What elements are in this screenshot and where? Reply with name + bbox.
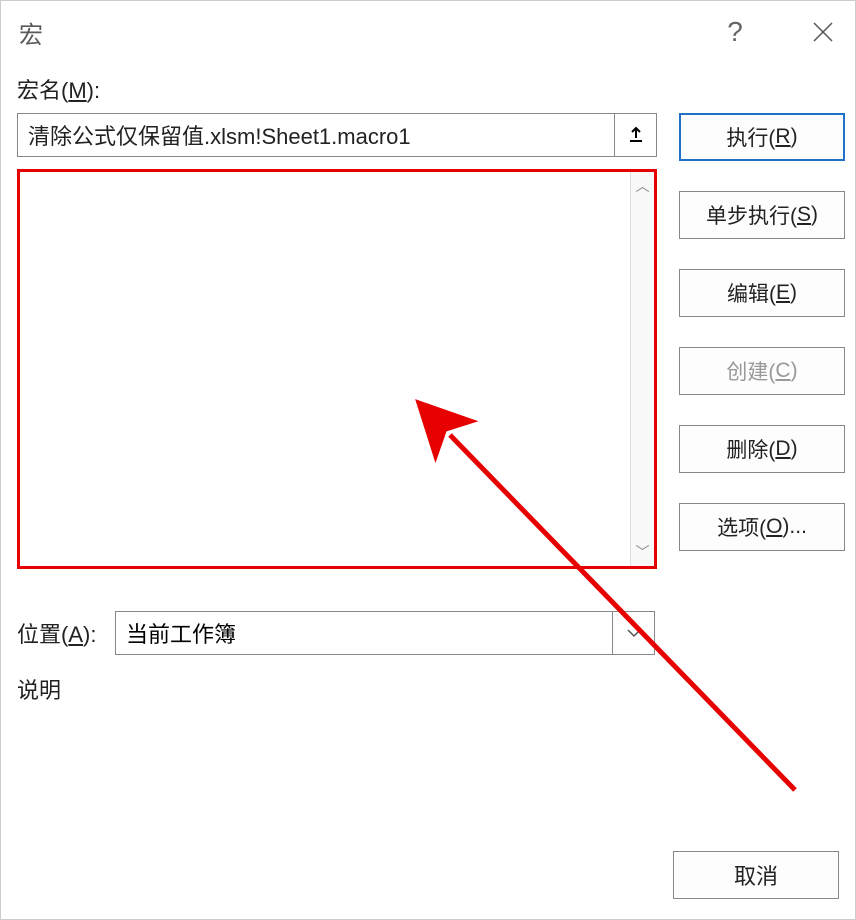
options-button[interactable]: 选项(O)... [679,503,845,551]
location-row: 位置(A): 当前工作簿 [17,611,657,655]
help-button[interactable]: ? [715,12,755,52]
macro-name-field-wrap [17,113,657,157]
macro-list-scrollbar[interactable]: ︿ ﹀ [630,172,654,566]
macro-list[interactable] [20,172,630,566]
delete-button[interactable]: 删除(D) [679,425,845,473]
chevron-down-icon [626,628,642,638]
close-button[interactable] [803,12,843,52]
title-bar: 宏 ? [1,1,855,63]
macro-name-label: 宏名(M): [17,73,839,105]
create-button: 创建(C) [679,347,845,395]
scroll-down-icon[interactable]: ﹀ [636,542,650,562]
collapse-icon [627,126,645,144]
macro-list-highlight: ︿ ﹀ [17,169,657,569]
dialog-content: 宏名(M): ︿ ﹀ 位置(A): [1,63,855,721]
close-icon [812,21,834,43]
macro-name-input[interactable] [18,114,614,156]
button-column: 执行(R) 单步执行(S) 编辑(E) 创建(C) 删除(D) 选项(O)... [679,113,845,551]
edit-button[interactable]: 编辑(E) [679,269,845,317]
title-controls: ? [715,12,843,52]
location-dropdown-arrow [612,612,654,654]
cancel-row: 取消 [673,851,839,899]
run-button[interactable]: 执行(R) [679,113,845,161]
reference-button[interactable] [614,114,656,156]
left-column: ︿ ﹀ 位置(A): 当前工作簿 说明 [17,113,657,705]
location-label: 位置(A): [17,617,103,649]
cancel-button[interactable]: 取消 [673,851,839,899]
scroll-up-icon[interactable]: ︿ [636,176,650,196]
description-label: 说明 [17,673,657,705]
main-row: ︿ ﹀ 位置(A): 当前工作簿 说明 执行(R) [17,113,839,705]
dialog-title: 宏 [19,15,43,50]
step-button[interactable]: 单步执行(S) [679,191,845,239]
location-select[interactable]: 当前工作簿 [115,611,655,655]
location-value: 当前工作簿 [126,617,236,649]
macro-dialog: 宏 ? 宏名(M): ︿ ﹀ [0,0,856,920]
